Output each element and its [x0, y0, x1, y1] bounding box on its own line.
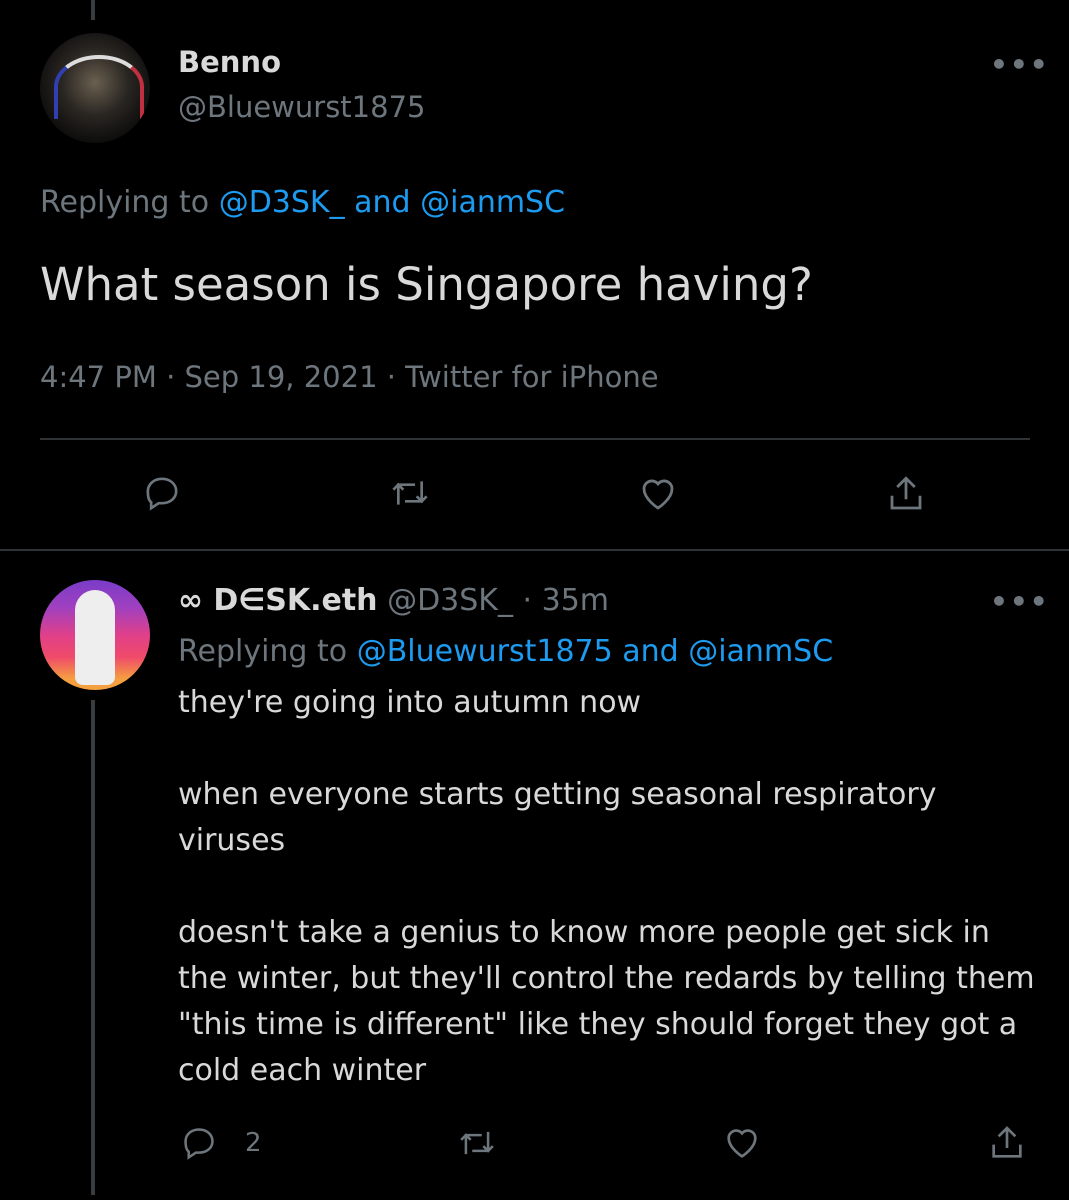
reply-header: ∞ D∈SK.eth @D3SK_ · 35m [178, 583, 609, 618]
reply-line: viruses [178, 823, 286, 858]
reply-icon[interactable] [180, 1124, 218, 1162]
author-handle[interactable]: @Bluewurst1875 [178, 90, 425, 124]
reply-author-name[interactable]: ∞ D∈SK.eth [178, 583, 378, 618]
retweet-icon[interactable] [458, 1124, 496, 1162]
avatar-benno[interactable] [40, 33, 150, 143]
divider [40, 438, 1030, 440]
share-icon[interactable] [885, 473, 927, 515]
replying-prefix: Replying to [40, 185, 210, 220]
reply-line: they're going into autumn now [178, 685, 642, 720]
reply-time[interactable]: · 35m [523, 583, 609, 618]
tweet-thread: Benno @Bluewurst1875 ••• Replying to @D3… [0, 0, 1069, 1200]
reply-line: "this time is different" like they shoul… [178, 1007, 1018, 1042]
replying-mentions[interactable]: @D3SK_ and @ianmSC [219, 185, 565, 220]
reply-line: doesn't take a genius to know more peopl… [178, 915, 990, 950]
thread-line [91, 0, 95, 20]
reply-line: when everyone starts getting seasonal re… [178, 777, 937, 812]
reply-icon[interactable] [142, 473, 182, 513]
tweet-timestamp[interactable]: 4:47 PM · Sep 19, 2021 · Twitter for iPh… [40, 360, 659, 394]
more-options-icon[interactable]: ••• [990, 48, 1050, 81]
more-options-icon[interactable]: ••• [990, 585, 1050, 618]
replying-to: Replying to @D3SK_ and @ianmSC [40, 185, 565, 220]
divider [0, 549, 1069, 551]
author-name[interactable]: Benno [178, 45, 281, 79]
replying-mentions[interactable]: @Bluewurst1875 and @ianmSC [357, 634, 833, 669]
thread-line [91, 700, 95, 1195]
reply-count: 2 [245, 1128, 262, 1158]
reply-line: cold each winter [178, 1053, 427, 1088]
share-icon[interactable] [987, 1123, 1027, 1163]
replying-prefix: Replying to [178, 634, 348, 669]
reply-line: the winter, but they'll control the reda… [178, 961, 1035, 996]
tweet-text: What season is Singapore having? [40, 258, 813, 311]
like-icon[interactable] [722, 1123, 762, 1163]
like-icon[interactable] [637, 473, 679, 515]
reply-author-handle[interactable]: @D3SK_ [387, 583, 513, 618]
retweet-icon[interactable] [390, 473, 430, 513]
reply-replying-to: Replying to @Bluewurst1875 and @ianmSC [178, 634, 833, 669]
avatar-desk[interactable] [40, 580, 150, 690]
